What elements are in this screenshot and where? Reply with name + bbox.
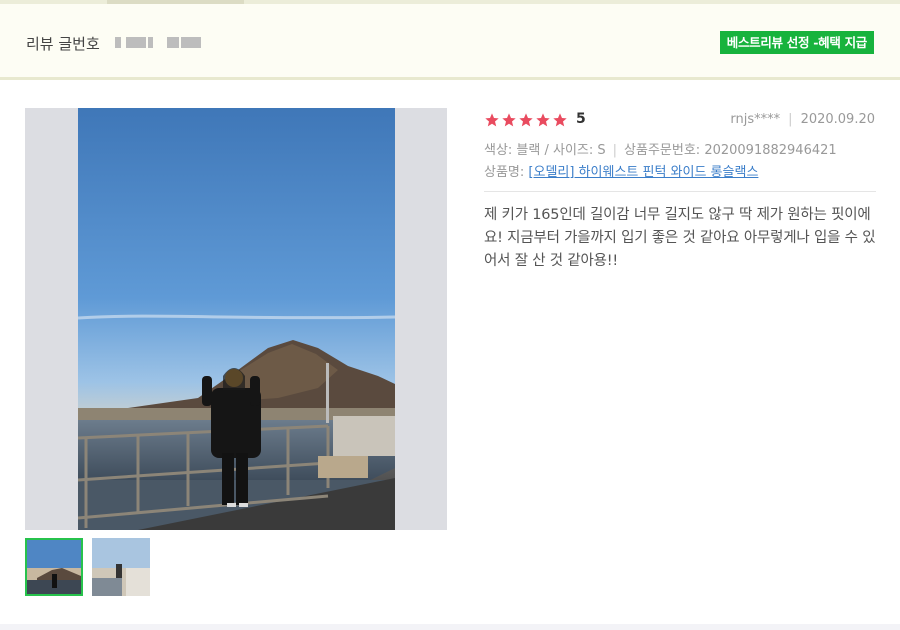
content-divider [484, 191, 876, 192]
order-number-label: 상품주문번호: [624, 143, 701, 158]
star-icon [502, 113, 516, 127]
review-photo-frame[interactable] [25, 108, 447, 530]
option-value: 색상: 블랙 / 사이즈: S [484, 143, 606, 158]
review-photo[interactable] [78, 108, 395, 530]
photo-thumbnail-2[interactable] [92, 538, 150, 596]
review-date: 2020.09.20 [800, 112, 875, 127]
star-rating [484, 112, 568, 128]
option-separator: | [612, 143, 618, 158]
product-name-link[interactable]: [오델리] 하이웨스트 핀턱 와이드 롱슬랙스 [528, 165, 758, 180]
review-number-redacted [115, 37, 205, 49]
review-meta: rnjs**** | 2020.09.20 [730, 112, 875, 127]
bottom-border [0, 624, 900, 630]
photo-thumbnail-1[interactable] [25, 538, 83, 596]
meta-separator: | [788, 112, 793, 127]
product-label: 상품명: [484, 165, 525, 180]
star-icon [536, 113, 550, 127]
review-body: 제 키가 165인데 길이감 너무 길지도 않구 딱 제가 원하는 핏이에요! … [484, 207, 876, 269]
review-header: 리뷰 글번호 베스트리뷰 선정 -혜택 지급 [0, 4, 900, 80]
thumbnail-1-image [27, 540, 81, 594]
rating-value: 5 [576, 111, 586, 127]
thumbnail-2-image [92, 538, 150, 596]
option-line: 색상: 블랙 / 사이즈: S | 상품주문번호: 2020091882946421 [484, 139, 837, 158]
best-review-badge: 베스트리뷰 선정 -혜택 지급 [719, 31, 874, 54]
author-id: rnjs**** [730, 112, 781, 127]
product-line: 상품명: [오델리] 하이웨스트 핀턱 와이드 롱슬랙스 [484, 161, 758, 180]
star-icon [519, 113, 533, 127]
order-number: 2020091882946421 [704, 143, 837, 158]
review-number-label: 리뷰 글번호 [26, 35, 100, 53]
star-icon [485, 113, 499, 127]
star-icon [553, 113, 567, 127]
